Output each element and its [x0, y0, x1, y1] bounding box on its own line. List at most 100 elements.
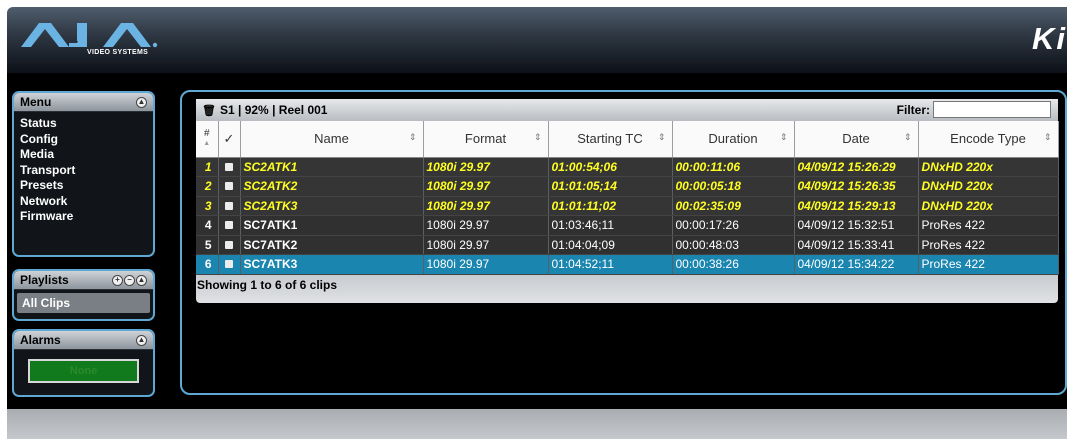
cell-check[interactable]	[218, 215, 241, 236]
clip-table: # ▲ ✓ Name ⇕ Format ⇕ Starting TC ⇕ Duration…	[196, 121, 1059, 275]
collapse-icon[interactable]: ▲	[136, 96, 147, 108]
table-row[interactable]: 6 SC7ATK3 1080i 29.97 01:04:52;11 00:00:38:2…	[196, 254, 1059, 275]
remove-icon[interactable]: −	[124, 274, 135, 286]
menu-panel-header: Menu ▲	[14, 93, 153, 112]
cell-number: 5	[196, 235, 219, 255]
cell-number: 6	[196, 254, 219, 275]
cell-starting-tc: 01:04:52;11	[548, 254, 673, 275]
cell-number: 1	[196, 157, 219, 177]
col-format[interactable]: Format ⇕	[423, 121, 549, 158]
table-row[interactable]: 1 SC2ATK1 1080i 29.97 01:00:54;06 00:00:11:0…	[196, 157, 1059, 177]
cell-encode-type: DNxHD 220x	[918, 176, 1059, 197]
cell-name: SC7ATK3	[240, 254, 424, 275]
cell-encode-type: ProRes 422	[918, 235, 1059, 255]
clip-rows: 1 SC2ATK1 1080i 29.97 01:00:54;06 00:00:11:0…	[196, 157, 1059, 275]
table-row[interactable]: 5 SC7ATK2 1080i 29.97 01:04:04;09 00:00:48:0…	[196, 235, 1059, 255]
cell-duration: 00:00:38:26	[672, 254, 795, 275]
cell-check[interactable]	[218, 176, 241, 197]
clip-panel: 🗑 S1 | 92% | Reel 001 Filter: # ▲ ✓ Name…	[180, 90, 1067, 395]
collapse-icon[interactable]: ▲	[136, 274, 147, 286]
trash-icon[interactable]: 🗑	[202, 104, 216, 117]
cell-format: 1080i 29.97	[423, 157, 549, 177]
col-name[interactable]: Name ⇕	[240, 121, 424, 158]
col-encode-type[interactable]: Encode Type ⇕	[918, 121, 1059, 158]
menu-item-network[interactable]: Network	[20, 194, 147, 210]
capacity-label: 92%	[244, 103, 269, 117]
menu-item-presets[interactable]: Presets	[20, 178, 147, 194]
product-name: Ki	[1032, 21, 1067, 56]
alarms-panel-title: Alarms	[20, 333, 61, 347]
cell-duration: 00:02:35:09	[672, 196, 795, 216]
app-footer	[7, 409, 1067, 439]
alarm-status-indicator: None	[28, 359, 139, 383]
cell-format: 1080i 29.97	[423, 235, 549, 255]
cell-check[interactable]	[218, 196, 241, 216]
menu-item-transport[interactable]: Transport	[20, 163, 147, 179]
col-starting-tc[interactable]: Starting TC ⇕	[548, 121, 673, 158]
cell-starting-tc: 01:03:46;11	[548, 215, 673, 236]
cell-check[interactable]	[218, 157, 241, 177]
logo-subtitle: VIDEO SYSTEMS	[87, 49, 149, 56]
cell-starting-tc: 01:01:05;14	[548, 176, 673, 197]
cell-encode-type: ProRes 422	[918, 215, 1059, 236]
cell-format: 1080i 29.97	[423, 176, 549, 197]
checkbox[interactable]	[225, 221, 233, 230]
playlist-controls: + − ▲	[112, 274, 147, 286]
checkbox[interactable]	[225, 162, 233, 171]
cell-name: SC2ATK2	[240, 176, 424, 197]
cell-date: 04/09/12 15:26:29	[794, 157, 919, 177]
cell-check[interactable]	[218, 254, 241, 275]
menu-item-firmware[interactable]: Firmware	[20, 209, 147, 225]
sort-icon: ⇕	[533, 132, 542, 142]
cell-format: 1080i 29.97	[423, 254, 549, 275]
clip-toolbar: 🗑 S1 | 92% | Reel 001 Filter:	[196, 99, 1058, 121]
cell-duration: 00:00:48:03	[672, 235, 795, 255]
table-status: Showing 1 to 6 of 6 clips	[196, 274, 1058, 303]
table-row[interactable]: 3 SC2ATK3 1080i 29.97 01:01:11;02 00:02:35:0…	[196, 196, 1059, 216]
cell-duration: 00:00:05:18	[672, 176, 795, 197]
cell-name: SC2ATK3	[240, 196, 424, 216]
col-check[interactable]: ✓	[218, 121, 241, 158]
cell-date: 04/09/12 15:33:41	[794, 235, 919, 255]
cell-date: 04/09/12 15:26:35	[794, 176, 919, 197]
playlist-item-all-clips[interactable]: All Clips	[17, 293, 150, 313]
col-number[interactable]: # ▲	[196, 121, 219, 158]
reel-label: Reel 001	[278, 103, 328, 117]
checkbox[interactable]	[225, 240, 233, 249]
menu-item-status[interactable]: Status	[20, 116, 147, 132]
cell-number: 4	[196, 215, 219, 236]
app-header: VIDEO SYSTEMS Ki	[7, 7, 1067, 73]
separator: |	[272, 103, 276, 117]
cell-date: 04/09/12 15:32:51	[794, 215, 919, 236]
menu-item-config[interactable]: Config	[20, 132, 147, 148]
cell-number: 2	[196, 176, 219, 197]
cell-starting-tc: 01:00:54;06	[548, 157, 673, 177]
alarms-panel: Alarms ▲ None	[12, 329, 155, 397]
cell-check[interactable]	[218, 235, 241, 255]
cell-number: 3	[196, 196, 219, 216]
cell-name: SC7ATK2	[240, 235, 424, 255]
checkbox[interactable]	[225, 201, 233, 210]
cell-name: SC7ATK1	[240, 215, 424, 236]
table-row[interactable]: 4 SC7ATK1 1080i 29.97 01:03:46;11 00:00:17:2…	[196, 215, 1059, 236]
cell-duration: 00:00:11:06	[672, 157, 795, 177]
playlists-panel-header: Playlists + − ▲	[14, 271, 153, 290]
menu-panel-title: Menu	[20, 95, 52, 109]
table-row[interactable]: 2 SC2ATK2 1080i 29.97 01:01:05;14 00:00:05:1…	[196, 176, 1059, 197]
cell-starting-tc: 01:04:04;09	[548, 235, 673, 255]
cell-date: 04/09/12 15:29:13	[794, 196, 919, 216]
menu-panel: Menu ▲ Status Config Media Transport Pre…	[12, 91, 155, 257]
col-date[interactable]: Date ⇕	[794, 121, 919, 158]
collapse-icon[interactable]: ▲	[136, 334, 147, 346]
menu-item-media[interactable]: Media	[20, 147, 147, 163]
cell-encode-type: ProRes 422	[918, 254, 1059, 275]
cell-format: 1080i 29.97	[423, 196, 549, 216]
cell-duration: 00:00:17:26	[672, 215, 795, 236]
col-duration[interactable]: Duration ⇕	[672, 121, 795, 158]
cell-encode-type: DNxHD 220x	[918, 157, 1059, 177]
checkbox[interactable]	[225, 260, 233, 269]
table-header-row: # ▲ ✓ Name ⇕ Format ⇕ Starting TC ⇕ Duration…	[196, 121, 1059, 158]
checkbox[interactable]	[225, 182, 233, 191]
filter-input[interactable]	[933, 101, 1051, 118]
add-icon[interactable]: +	[112, 274, 123, 286]
